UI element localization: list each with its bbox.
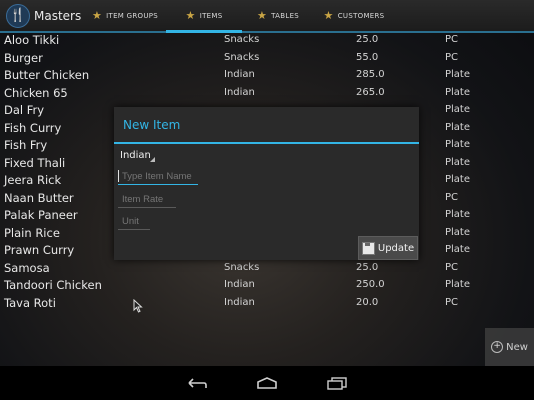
action-bar: 🍴 Masters ★ ITEM GROUPS ★ ITEMS ★ TABLES… [0, 0, 534, 33]
app-title: Masters [34, 8, 82, 23]
dialog-divider [114, 142, 419, 144]
item-category: Snacks [224, 34, 260, 45]
item-unit: PC [445, 51, 459, 63]
item-unit: Plate [445, 86, 471, 98]
item-name: Burger [4, 50, 43, 65]
item-unit: Plate [445, 209, 471, 220]
item-name: Prawn Curry [4, 243, 75, 257]
item-name: Tava Roti [4, 295, 56, 310]
item-unit: Plate [445, 104, 471, 115]
item-category: Indian [224, 86, 255, 98]
tab-label: ITEM GROUPS [106, 11, 159, 20]
text-cursor [118, 170, 119, 182]
list-item[interactable]: Butter Chicken Indian 285.0 Plate [0, 66, 534, 84]
new-item-button[interactable]: + New [485, 328, 534, 366]
star-icon: ★ [323, 9, 334, 22]
tab-item-groups[interactable]: ★ ITEM GROUPS [84, 0, 166, 31]
mouse-pointer-icon [133, 299, 143, 313]
tab-tables[interactable]: ★ TABLES [242, 0, 314, 31]
star-icon: ★ [256, 9, 268, 22]
item-unit: PC [445, 296, 459, 308]
app-home-button[interactable]: 🍴 Masters [0, 0, 84, 31]
item-name: Fish Fry [4, 138, 48, 152]
new-item-dialog: New Item Indian Update [114, 107, 419, 260]
item-unit: PC [445, 34, 459, 45]
tab-items[interactable]: ★ ITEMS [166, 0, 242, 33]
tab-label: TABLES [271, 11, 300, 20]
home-icon[interactable] [255, 375, 279, 391]
item-name: Jeera Rick [4, 173, 62, 187]
back-icon[interactable] [185, 375, 209, 391]
item-name-input[interactable] [118, 171, 198, 185]
item-rate-input[interactable] [118, 194, 176, 208]
item-name: Aloo Tikki [4, 33, 60, 47]
item-name: Chicken 65 [4, 85, 68, 100]
item-rate: 250.0 [356, 279, 385, 290]
item-name: Samosa [4, 260, 50, 275]
list-item[interactable]: Burger Snacks 55.0 PC [0, 49, 534, 67]
item-name: Palak Paneer [4, 208, 78, 222]
item-unit: Plate [445, 156, 471, 168]
list-item[interactable]: Samosa Snacks 25.0 PC [0, 259, 534, 277]
item-name: Naan Butter [4, 190, 74, 205]
item-category: Indian [224, 279, 255, 290]
item-rate: 285.0 [356, 69, 385, 80]
item-rate: 25.0 [356, 261, 379, 273]
list-item[interactable]: Aloo Tikki Snacks 25.0 PC [0, 31, 534, 49]
system-nav-bar [0, 366, 534, 400]
recent-apps-icon[interactable] [325, 375, 349, 391]
item-unit: Plate [445, 226, 471, 238]
item-unit: Plate [445, 121, 471, 133]
star-icon: ★ [91, 9, 103, 22]
item-name: Fixed Thali [4, 155, 66, 170]
tab-label: ITEMS [199, 11, 223, 20]
item-unit: PC [445, 191, 459, 203]
item-rate: 20.0 [356, 296, 379, 308]
spinner-arrow-icon [150, 157, 155, 162]
item-category: Snacks [224, 261, 260, 273]
new-label: New [506, 341, 528, 353]
item-rate: 55.0 [356, 51, 379, 63]
list-item[interactable]: Tava Roti Indian 20.0 PC [0, 294, 534, 312]
item-category: Indian [224, 296, 255, 308]
update-label: Update [377, 242, 415, 254]
item-unit: Plate [445, 139, 471, 150]
save-icon [361, 241, 375, 255]
tab-label: CUSTOMERS [337, 11, 385, 20]
item-unit: Plate [445, 279, 471, 290]
item-name: Fish Curry [4, 120, 62, 135]
item-category: Snacks [224, 51, 260, 63]
item-unit: PC [445, 261, 459, 273]
list-item[interactable]: Chicken 65 Indian 265.0 Plate [0, 84, 534, 102]
star-icon: ★ [185, 9, 196, 22]
item-category: Indian [224, 69, 255, 80]
item-rate: 25.0 [356, 34, 379, 45]
update-button[interactable]: Update [358, 236, 418, 260]
list-item[interactable]: Tandoori Chicken Indian 250.0 Plate [0, 276, 534, 294]
item-unit: Plate [445, 69, 471, 80]
item-name: Plain Rice [4, 225, 60, 240]
item-name: Butter Chicken [4, 68, 90, 82]
item-unit: Plate [445, 174, 471, 185]
cutlery-icon: 🍴 [6, 3, 30, 28]
item-unit: Plate [445, 244, 471, 255]
plus-icon: + [491, 341, 504, 353]
unit-input[interactable] [118, 216, 150, 230]
item-group-spinner[interactable]: Indian [120, 150, 151, 161]
item-name: Dal Fry [4, 103, 45, 117]
tab-customers[interactable]: ★ CUSTOMERS [314, 0, 394, 31]
item-name: Tandoori Chicken [4, 278, 102, 292]
dialog-title: New Item [123, 118, 181, 132]
item-rate: 265.0 [356, 86, 385, 98]
